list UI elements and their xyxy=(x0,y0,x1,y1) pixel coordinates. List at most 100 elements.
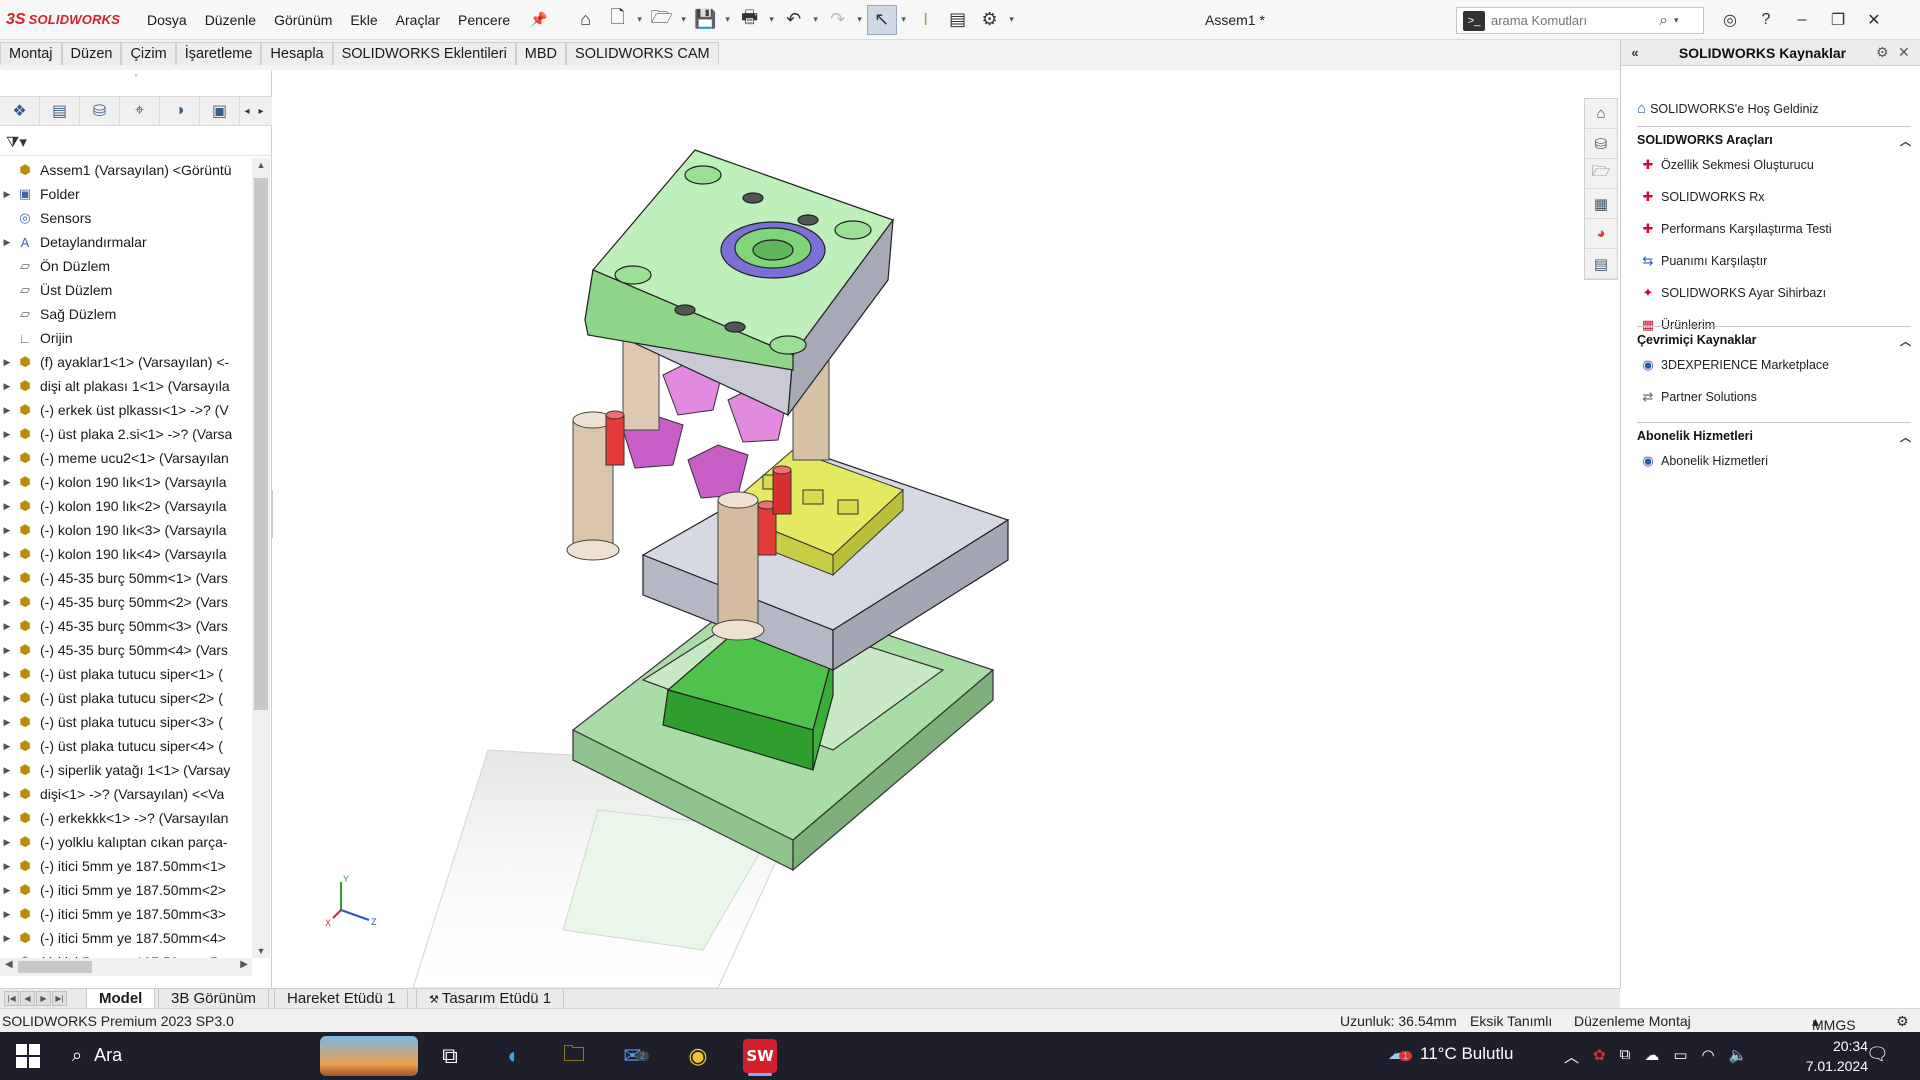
expand-arrow-icon[interactable]: ▶ xyxy=(0,453,14,464)
menu-edit[interactable]: Düzenle xyxy=(196,12,265,28)
tab-3d-view[interactable]: 3B Görünüm xyxy=(158,989,270,1009)
tree-item[interactable]: ▶ ⬢ dişi<1> ->? (Varsayılan) <<Va xyxy=(0,782,252,806)
tree-item[interactable]: ▶ ⬢ (-) itici 5mm ye 187.50mm<4> xyxy=(0,926,252,950)
expand-arrow-icon[interactable]: ▶ xyxy=(0,597,14,608)
tree-item[interactable]: ▶ ⬢ (-) üst plaka tutucu siper<2> ( xyxy=(0,686,252,710)
task-pane-link[interactable]: ✚ Performans Karşılaştırma Testi xyxy=(1637,213,1911,245)
tree-item[interactable]: ▶ ⬢ (-) erkek üst plkassı<1> ->? (V xyxy=(0,398,252,422)
scroll-down-icon[interactable]: ▼ xyxy=(252,946,270,956)
welcome-link[interactable]: ⌂ SOLIDWORKS'e Hoş Geldiniz xyxy=(1637,100,1818,117)
expand-arrow-icon[interactable]: ▶ xyxy=(0,237,14,248)
expand-arrow-icon[interactable]: ▶ xyxy=(0,357,14,368)
tree-item[interactable]: ◎ Sensors xyxy=(0,206,252,230)
select-dropdown-icon[interactable]: ▾ xyxy=(899,14,909,25)
tree-item[interactable]: ▶ ⬢ (-) itici 5mm ye 187.50mm<3> xyxy=(0,902,252,926)
edge-browser-icon[interactable]: ◐ xyxy=(492,1036,536,1076)
expand-arrow-icon[interactable]: ▶ xyxy=(0,693,14,704)
command-search[interactable]: >_ ⌕ ▾ xyxy=(1456,7,1704,34)
tree-item[interactable]: ▶ ⬢ (-) meme ucu2<1> (Varsayılan xyxy=(0,446,252,470)
tree-root[interactable]: ⬢ Assem1 (Varsayılan) <Görüntü xyxy=(0,158,252,182)
tree-item[interactable]: ▶ ⬢ (f) ayaklar1<1> (Varsayılan) <- xyxy=(0,350,252,374)
help-icon[interactable]: ? xyxy=(1748,11,1784,29)
restore-icon[interactable]: ❐ xyxy=(1820,10,1856,30)
tree-item[interactable]: ▶ ⬢ (-) 45-35 burç 50mm<2> (Vars xyxy=(0,590,252,614)
options-gear-icon[interactable]: ⚙ xyxy=(975,5,1005,35)
expand-arrow-icon[interactable]: ▶ xyxy=(0,789,14,800)
traffic-light-icon[interactable]: ⏽ xyxy=(911,5,941,35)
configuration-manager-tab-icon[interactable]: ⛁ xyxy=(80,97,120,125)
chrome-browser-icon[interactable]: ◉ xyxy=(676,1036,720,1076)
pin-icon[interactable]: 📌 xyxy=(521,11,556,28)
menu-tools[interactable]: Araçlar xyxy=(387,12,449,28)
tab-evaluate[interactable]: Hesapla xyxy=(261,42,333,65)
expand-arrow-icon[interactable]: ▶ xyxy=(0,573,14,584)
task-view-icon[interactable]: ⧉ xyxy=(428,1036,472,1076)
expand-arrow-icon[interactable]: ▶ xyxy=(0,501,14,512)
task-pane-link[interactable]: ✚ Özellik Sekmesi Oluşturucu xyxy=(1637,149,1911,181)
tree-item[interactable]: ▶ ⬢ (-) itici 5mm ye 187.50mm<1> xyxy=(0,854,252,878)
open-dropdown-icon[interactable]: ▾ xyxy=(679,14,689,25)
tab-design-study[interactable]: ⚒ Tasarım Etüdü 1 xyxy=(416,989,565,1009)
expand-arrow-icon[interactable]: ▶ xyxy=(0,429,14,440)
section-header[interactable]: Çevrimiçi Kaynaklar ︿ xyxy=(1637,326,1911,349)
expand-arrow-icon[interactable]: ▶ xyxy=(0,837,14,848)
home-icon[interactable]: ⌂ xyxy=(571,5,601,35)
tray-app-icon[interactable]: ✿ xyxy=(1593,1046,1606,1067)
weather-widget[interactable]: ☁1 11°C Bulutlu xyxy=(1388,1044,1513,1064)
task-pane-link[interactable]: ⇄ Partner Solutions xyxy=(1637,381,1911,413)
last-tab-icon[interactable]: ▶| xyxy=(52,991,67,1006)
select-cursor-icon[interactable]: ↖ xyxy=(866,4,897,35)
tree-item[interactable]: ▶ ⬢ (-) 45-35 burç 50mm<4> (Vars xyxy=(0,638,252,662)
section-header[interactable]: Abonelik Hizmetleri ︿ xyxy=(1637,422,1911,445)
options-dropdown-icon[interactable]: ▾ xyxy=(1007,14,1017,25)
tree-item[interactable]: ▶ ⬢ (-) siperlik yatağı 1<1> (Varsay xyxy=(0,758,252,782)
tree-item[interactable]: ▶ ⬢ (-) üst plaka tutucu siper<3> ( xyxy=(0,710,252,734)
collapse-section-icon[interactable]: ︿ xyxy=(1900,429,1911,445)
tree-item[interactable]: ▱ Sağ Düzlem xyxy=(0,302,252,326)
volume-icon[interactable]: 🔈 xyxy=(1729,1046,1748,1067)
notifications-icon[interactable]: 🗨 xyxy=(1866,1044,1889,1065)
tree-item[interactable]: ▱ Üst Düzlem xyxy=(0,278,252,302)
new-document-icon[interactable]: 🗋 xyxy=(603,5,633,35)
tab-motion-study[interactable]: Hareket Etüdü 1 xyxy=(274,989,409,1009)
tree-item[interactable]: ▶ ⬢ (-) 45-35 burç 50mm<1> (Vars xyxy=(0,566,252,590)
tree-item[interactable]: ▶ ⬢ (-) kolon 190 lık<3> (Varsayıla xyxy=(0,518,252,542)
tray-camera-icon[interactable]: ⧉ xyxy=(1620,1046,1631,1067)
tree-horizontal-scrollbar[interactable]: ◀ ▶ xyxy=(0,958,252,976)
undo-dropdown-icon[interactable]: ▾ xyxy=(811,14,821,25)
redo-dropdown-icon[interactable]: ▾ xyxy=(855,14,865,25)
tree-item[interactable]: ▶ ⬢ (-) kolon 190 lık<1> (Varsayıla xyxy=(0,470,252,494)
tab-scroll-left-icon[interactable]: ◂ xyxy=(240,106,254,117)
undo-icon[interactable]: ↶ xyxy=(779,5,809,35)
tree-item[interactable]: ▶ ⬢ (-) üst plaka tutucu siper<4> ( xyxy=(0,734,252,758)
expand-arrow-icon[interactable]: ▶ xyxy=(0,525,14,536)
feature-tree-tab-icon[interactable]: ❖ xyxy=(0,97,40,125)
collapse-section-icon[interactable]: ︿ xyxy=(1900,333,1911,349)
task-pane-link[interactable]: ✚ SOLIDWORKS Rx xyxy=(1637,181,1911,213)
tree-item[interactable]: ▶ ⬢ (-) üst plaka 2.si<1> ->? (Varsa xyxy=(0,422,252,446)
tab-assembly[interactable]: Montaj xyxy=(0,42,62,65)
tree-item[interactable]: ▶ A Detaylandırmalar xyxy=(0,230,252,254)
tab-addins[interactable]: SOLIDWORKS Eklentileri xyxy=(332,42,516,65)
solidworks-logo[interactable]: 3S SOLIDWORKS xyxy=(0,11,138,29)
tree-item[interactable]: ▶ ⬢ (-) erkekkk<1> ->? (Varsayılan xyxy=(0,806,252,830)
panel-grip[interactable]: ◦ xyxy=(0,70,272,84)
open-folder-icon[interactable]: 🗁 xyxy=(647,5,677,35)
first-tab-icon[interactable]: |◀ xyxy=(4,991,19,1006)
tab-scroll-right-icon[interactable]: ▸ xyxy=(254,106,268,117)
expand-arrow-icon[interactable]: ▶ xyxy=(0,813,14,824)
pane-close-icon[interactable]: ✕ xyxy=(1898,44,1920,61)
tree-item[interactable]: ▶ ⬢ (-) üst plaka tutucu siper<1> ( xyxy=(0,662,252,686)
scroll-right-icon[interactable]: ▶ xyxy=(240,959,248,970)
tree-item[interactable]: ▶ ⬢ (-) 45-35 burç 50mm<3> (Vars xyxy=(0,614,252,638)
tree-item[interactable]: ▶ ⬢ (-) yolklu kalıptan cıkan parça- xyxy=(0,830,252,854)
search-icon[interactable]: ⌕ xyxy=(1659,12,1668,30)
scroll-up-icon[interactable]: ▲ xyxy=(252,160,270,170)
graphics-area[interactable]: ⌕ ⊕ ⤺ ◫ ▦ ⬚ ▾ ◧ ▾ ◉ ▾ ◕ ◒ ▾ ▭ ▾ ◧ ◨ – ❐ … xyxy=(273,70,1620,988)
collapse-section-icon[interactable]: ︿ xyxy=(1900,133,1911,149)
tree-vertical-scrollbar[interactable]: ▲ ▼ xyxy=(252,158,270,958)
collapse-pane-icon[interactable]: « xyxy=(1621,45,1649,60)
display-manager-tab-icon[interactable]: ◑ xyxy=(160,97,200,125)
tree-item[interactable]: ▶ ▣ Folder xyxy=(0,182,252,206)
status-settings-icon[interactable]: ⚙ xyxy=(1896,1013,1909,1030)
